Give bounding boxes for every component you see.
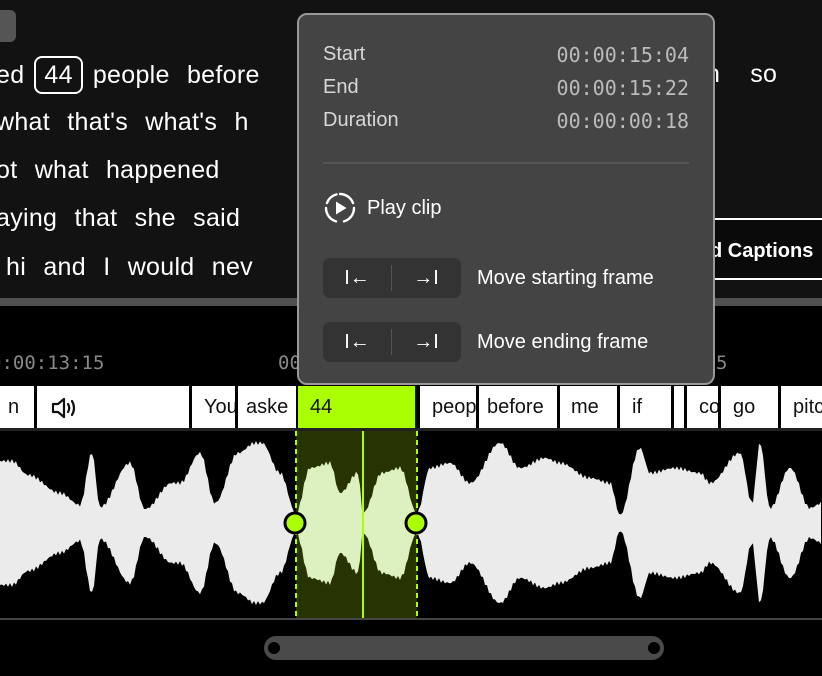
popover-divider xyxy=(323,162,689,164)
step-forward-icon: →I xyxy=(413,330,439,353)
transcript-line-4: aying that she said xyxy=(0,204,250,233)
timeline-divider xyxy=(0,618,822,620)
transcript-line-3: ot what happened xyxy=(0,156,230,185)
selection-markers xyxy=(283,431,428,619)
step-forward-icon: →I xyxy=(413,266,439,289)
transcript-word[interactable]: what xyxy=(35,156,89,184)
transcript-word[interactable]: ot xyxy=(0,156,17,184)
transcript-line-1-right: nso xyxy=(706,60,787,89)
word-cell-selected[interactable]: 44 xyxy=(296,386,417,428)
transcript-word[interactable]: would xyxy=(128,253,195,281)
speaker-icon xyxy=(51,397,76,418)
timeline-scrollbar[interactable] xyxy=(264,636,664,660)
transcript-word[interactable]: I xyxy=(103,253,110,281)
selection-end-handle xyxy=(404,511,428,535)
move-start-frame-label: Move starting frame xyxy=(477,266,654,289)
transcript-word[interactable]: before xyxy=(187,61,260,89)
transcript-word[interactable]: aying xyxy=(0,204,57,232)
end-frame-forward-button[interactable]: →I xyxy=(392,322,460,362)
start-frame-stepper: I← →I xyxy=(323,258,461,298)
duration-label: Duration xyxy=(323,109,399,131)
end-row: End 00:00:15:22 xyxy=(323,76,689,106)
transcript-word[interactable]: so xyxy=(750,60,777,88)
play-clip-label: Play clip xyxy=(367,196,442,219)
back-button[interactable] xyxy=(0,10,16,42)
word-cell-silence[interactable] xyxy=(34,386,190,428)
start-row: Start 00:00:15:04 xyxy=(323,43,689,73)
captions-button[interactable]: d Captions xyxy=(706,218,822,280)
transcript-word[interactable]: what's xyxy=(145,108,217,136)
word-cell[interactable]: me xyxy=(557,386,618,428)
transcript-word[interactable]: said xyxy=(193,204,240,232)
word-cell[interactable]: You xyxy=(189,386,237,428)
end-label: End xyxy=(323,76,359,98)
word-cell[interactable]: go xyxy=(718,386,778,428)
transcript-word[interactable]: people xyxy=(93,61,170,89)
transcript-word[interactable]: happened xyxy=(106,156,220,184)
transcript-word[interactable]: h xyxy=(234,108,248,136)
word-cell[interactable]: pitc xyxy=(778,386,822,428)
word-cell[interactable]: aske xyxy=(235,386,297,428)
move-start-frame-row: I← →I Move starting frame xyxy=(323,258,654,298)
transcript-word[interactable]: ed xyxy=(0,61,24,89)
word-cell[interactable]: before xyxy=(476,386,559,428)
end-frame-stepper: I← →I xyxy=(323,322,461,362)
end-frame-back-button[interactable]: I← xyxy=(323,322,391,362)
transcript-word[interactable]: what xyxy=(0,108,50,136)
transcript-word[interactable]: that's xyxy=(67,108,128,136)
duration-value: 00:00:00:18 xyxy=(556,109,689,133)
start-value: 00:00:15:04 xyxy=(556,43,689,67)
transcript-line-1: ed 44 people before xyxy=(0,56,270,94)
word-cell[interactable]: if xyxy=(617,386,673,428)
transcript-word[interactable]: hi xyxy=(6,253,26,281)
transcript-line-5: hi and I would nev xyxy=(6,253,263,282)
transcript-line-2: what that's what's h xyxy=(0,108,259,137)
step-back-icon: I← xyxy=(344,330,370,353)
clip-info-popover: Start 00:00:15:04 End 00:00:15:22 Durati… xyxy=(297,13,715,385)
play-clip-button[interactable]: Play clip xyxy=(323,191,441,225)
start-frame-forward-button[interactable]: →I xyxy=(392,258,460,298)
transcript-word[interactable]: nev xyxy=(212,253,253,281)
waveform[interactable] xyxy=(0,431,822,619)
timecode-label: 0:00:13:15 xyxy=(0,352,105,374)
word-track: n You aske 44 peop before me if co go pi… xyxy=(0,386,822,431)
word-cell[interactable]: n xyxy=(0,386,34,428)
start-frame-back-button[interactable]: I← xyxy=(323,258,391,298)
scrollbar-left-handle[interactable] xyxy=(266,640,282,656)
move-end-frame-row: I← →I Move ending frame xyxy=(323,322,648,362)
word-cell[interactable]: peop xyxy=(417,386,478,428)
end-value: 00:00:15:22 xyxy=(556,76,689,100)
transcript-word-selected[interactable]: 44 xyxy=(34,56,83,94)
start-label: Start xyxy=(323,43,366,65)
transcript-word[interactable]: and xyxy=(43,253,86,281)
timecode-label: 5 xyxy=(716,352,728,374)
selection-start-handle xyxy=(283,511,307,535)
scrollbar-right-handle[interactable] xyxy=(646,640,662,656)
move-end-frame-label: Move ending frame xyxy=(477,330,649,353)
transcript-word[interactable]: that xyxy=(75,204,118,232)
play-circle-icon xyxy=(324,192,356,223)
transcript-word[interactable]: she xyxy=(135,204,176,232)
word-cell[interactable]: co xyxy=(684,386,721,428)
duration-row: Duration 00:00:00:18 xyxy=(323,109,689,139)
step-back-icon: I← xyxy=(344,266,370,289)
